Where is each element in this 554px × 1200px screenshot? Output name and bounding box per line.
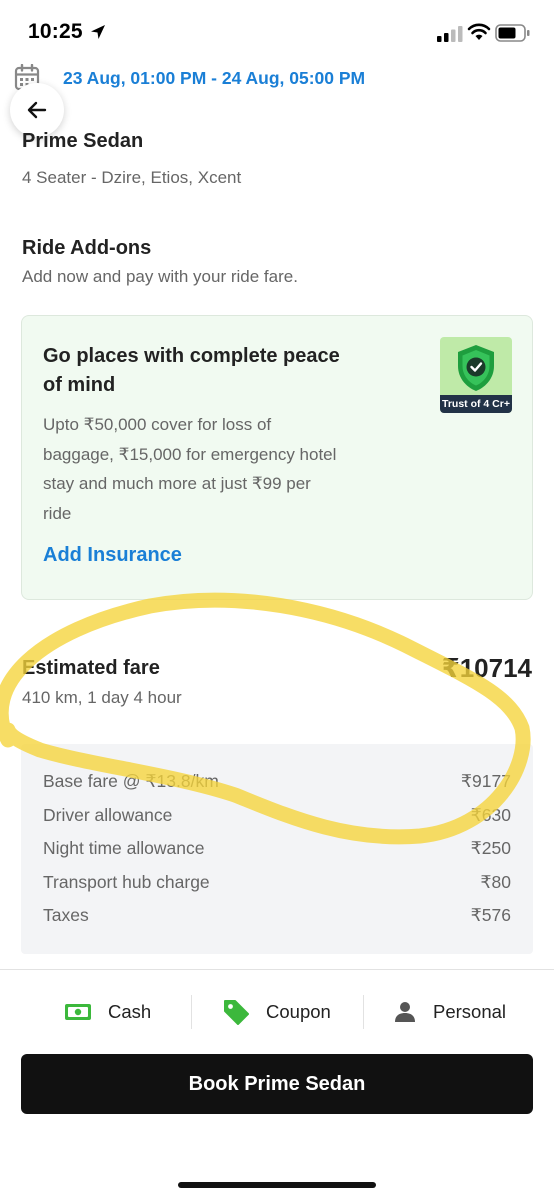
addons-title: Ride Add-ons (22, 237, 152, 259)
battery-icon (495, 24, 530, 42)
estimated-fare-subtitle: 410 km, 1 day 4 hour (22, 688, 182, 707)
fare-row-value: ₹80 (480, 871, 511, 892)
divider (0, 969, 554, 970)
add-insurance-link[interactable]: Add Insurance (43, 544, 182, 567)
fare-breakdown: Base fare @ ₹13.8/km ₹9177 Driver allowa… (21, 744, 533, 954)
profile-label[interactable]: Personal (433, 1001, 506, 1023)
payment-options: Cash Coupon Personal (0, 990, 554, 1034)
fare-row-value: ₹630 (470, 804, 511, 825)
cellular-signal-icon (437, 26, 463, 42)
arrow-left-icon (27, 101, 47, 119)
status-bar: 10:25 (0, 0, 554, 60)
fare-row-label: Night time allowance (43, 838, 205, 858)
fare-row-label: Driver allowance (43, 804, 173, 825)
profile-option[interactable]: Personal (393, 990, 506, 1034)
status-time: 10:25 (28, 20, 83, 43)
fare-row-taxes: Taxes ₹576 (43, 905, 511, 929)
fare-row-transport: Transport hub charge ₹80 (43, 872, 511, 896)
cash-option[interactable]: Cash (64, 990, 151, 1034)
insurance-title: Go places with complete peace of mind (43, 345, 340, 396)
fare-row-value: ₹576 (470, 905, 511, 925)
cash-label[interactable]: Cash (108, 1001, 151, 1023)
trip-date-row[interactable]: 23 Aug, 01:00 PM - 24 Aug, 05:00 PM (0, 60, 554, 100)
addons-subtitle: Add now and pay with your ride fare. (22, 267, 298, 286)
fare-row-label: Transport hub charge (43, 871, 210, 892)
coupon-option[interactable]: Coupon (222, 990, 331, 1034)
insurance-card: Go places with complete peace of mind Up… (21, 315, 533, 600)
fare-row-value: ₹250 (470, 838, 511, 858)
insurance-badge: Trust of 4 Cr+ (440, 337, 512, 413)
estimated-fare-total: ₹10714 (441, 653, 532, 683)
fare-row-night: Night time allowance ₹250 (43, 838, 511, 862)
back-button[interactable] (10, 83, 64, 137)
fare-row-value: ₹9177 (460, 771, 511, 791)
book-button[interactable]: Book Prime Sedan (21, 1054, 533, 1114)
wifi-icon (467, 23, 491, 40)
person-icon (395, 1002, 415, 1022)
car-description: 4 Seater - Dzire, Etios, Xcent (22, 168, 242, 187)
divider (363, 995, 364, 1029)
fare-row-label: Taxes (43, 905, 89, 925)
fare-row-base: Base fare @ ₹13.8/km ₹9177 (43, 771, 511, 795)
home-indicator[interactable] (178, 1182, 376, 1188)
insurance-description: Upto ₹50,000 cover for loss of baggage, … (43, 415, 337, 523)
fare-row-label: Base fare @ ₹13.8/km (43, 771, 219, 791)
location-arrow-icon (91, 25, 105, 39)
fare-row-driver: Driver allowance ₹630 (43, 805, 511, 829)
trust-badge: Trust of 4 Cr+ (440, 395, 512, 413)
car-name: Prime Sedan (22, 130, 144, 152)
shield-check-icon (458, 345, 494, 391)
coupon-tag-icon (224, 1000, 249, 1025)
estimated-fare-title: Estimated fare (22, 657, 160, 679)
divider (191, 995, 192, 1029)
trip-date-range[interactable]: 23 Aug, 01:00 PM - 24 Aug, 05:00 PM (63, 68, 365, 89)
coupon-label[interactable]: Coupon (266, 1001, 331, 1023)
cash-icon (65, 1004, 91, 1020)
